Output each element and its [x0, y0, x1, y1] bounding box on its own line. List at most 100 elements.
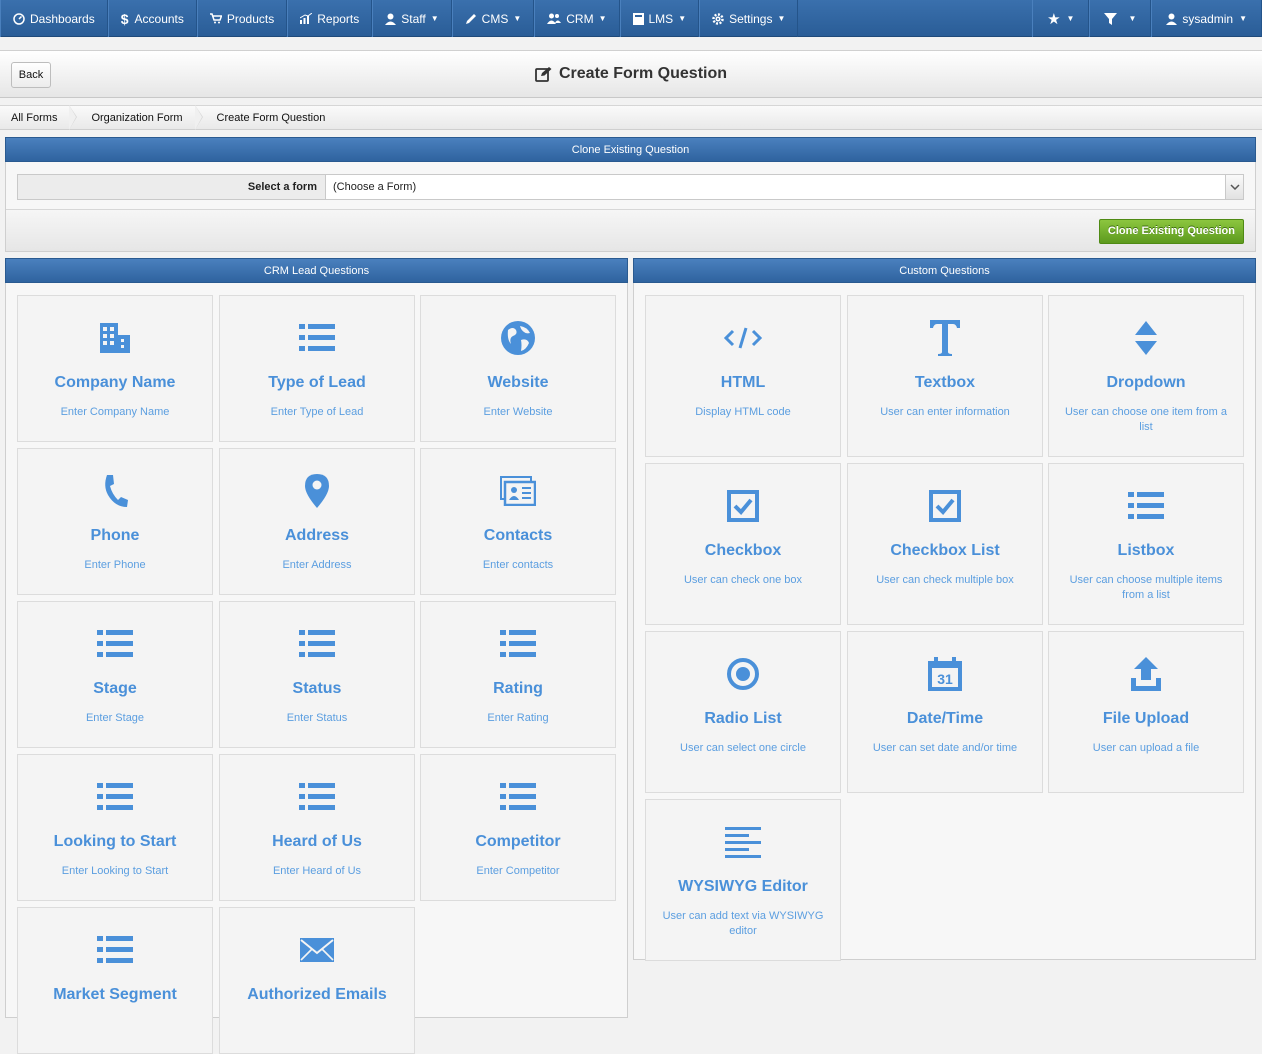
card-title: Date/Time	[906, 710, 984, 727]
card-title: Heard of Us	[272, 833, 362, 850]
question-card-company-name[interactable]: Company Name Enter Company Name	[17, 295, 213, 442]
question-card-address[interactable]: Address Enter Address	[219, 448, 415, 595]
clone-panel-heading: Clone Existing Question	[5, 137, 1256, 162]
checkbox-icon	[646, 487, 840, 525]
dashboard-icon	[13, 12, 25, 25]
question-card-checkbox[interactable]: Checkbox User can check one box	[645, 463, 841, 625]
nav-lms[interactable]: LMS ▼	[619, 0, 700, 37]
building-icon	[18, 319, 212, 357]
question-card-listbox[interactable]: Listbox User can choose multiple items fr…	[1048, 463, 1244, 625]
nav-label: LMS	[648, 11, 674, 26]
nav-accounts[interactable]: $ Accounts	[107, 0, 197, 37]
nav-label: Dashboards	[30, 11, 95, 26]
card-title: File Upload	[1102, 710, 1190, 727]
card-description: Enter Stage	[85, 712, 145, 724]
chevron-down-icon: ▼	[1066, 14, 1075, 23]
user-menu[interactable]: sysadmin ▼	[1151, 0, 1262, 37]
chevron-down-icon: ▼	[1128, 14, 1137, 23]
nav-products[interactable]: Products	[196, 0, 288, 37]
question-card-radio-list[interactable]: Radio List User can select one circle	[645, 631, 841, 793]
list-icon	[421, 778, 615, 816]
select-form-row: Select a form (Choose a Form)	[17, 174, 1244, 200]
card-description: Enter Looking to Start	[61, 865, 169, 877]
card-title: Checkbox List	[890, 542, 1000, 559]
card-description: Enter Address	[282, 559, 352, 571]
select-form-dropdown[interactable]: (Choose a Form)	[326, 175, 1243, 199]
nav-right: ★ ▼ ▼ sysadmin ▼	[1032, 0, 1262, 37]
breadcrumb-organization-form[interactable]: Organization Form	[69, 105, 203, 130]
card-title: Dropdown	[1106, 374, 1186, 391]
filter-menu[interactable]: ▼	[1089, 0, 1152, 37]
globe-icon	[421, 319, 615, 357]
chevron-down-icon: ▼	[777, 14, 786, 23]
breadcrumb-label: Organization Form	[91, 111, 183, 124]
nav-label: Accounts	[134, 11, 184, 26]
map-pin-icon	[220, 472, 414, 510]
card-description: User can select one circle	[680, 742, 806, 754]
question-card-textbox[interactable]: Textbox User can enter information	[847, 295, 1043, 457]
card-description: Enter Heard of Us	[272, 865, 362, 877]
nav-reports[interactable]: Reports	[287, 0, 373, 37]
clone-panel-footer: Clone Existing Question	[6, 209, 1255, 251]
question-card-type-of-lead[interactable]: Type of Lead Enter Type of Lead	[219, 295, 415, 442]
nav-label: Staff	[401, 11, 426, 26]
nav-cms[interactable]: CMS ▼	[451, 0, 535, 37]
breadcrumb-separator	[69, 105, 77, 130]
chart-icon	[300, 13, 313, 24]
card-title: Website	[487, 374, 549, 391]
question-card-contacts[interactable]: Contacts Enter contacts	[420, 448, 616, 595]
card-title: Stage	[93, 680, 137, 697]
user-icon	[1166, 13, 1178, 25]
card-title: HTML	[720, 374, 766, 391]
card-title: Address	[284, 527, 350, 544]
question-card-market-segment[interactable]: Market Segment	[17, 907, 213, 1054]
card-title: Market Segment	[53, 986, 177, 1003]
question-card-heard-of-us[interactable]: Heard of Us Enter Heard of Us	[219, 754, 415, 901]
chevron-down-icon: ▼	[598, 14, 607, 23]
question-card-date-time[interactable]: 31 Date/Time User can set date and/or time	[847, 631, 1043, 793]
envelope-icon	[220, 931, 414, 969]
users-icon	[547, 13, 562, 24]
favorites-menu[interactable]: ★ ▼	[1032, 0, 1090, 37]
question-card-competitor[interactable]: Competitor Enter Competitor	[420, 754, 616, 901]
breadcrumb-all-forms[interactable]: All Forms	[0, 105, 78, 130]
question-card-checkbox-list[interactable]: Checkbox List User can check multiple box	[847, 463, 1043, 625]
question-card-html[interactable]: HTML Display HTML code	[645, 295, 841, 457]
chevron-down-icon: ▼	[430, 14, 439, 23]
card-title: Radio List	[704, 710, 782, 727]
clone-existing-question-button[interactable]: Clone Existing Question	[1098, 219, 1244, 244]
question-card-stage[interactable]: Stage Enter Stage	[17, 601, 213, 748]
chevron-down-icon	[1225, 175, 1243, 199]
nav-dashboards[interactable]: Dashboards	[0, 0, 108, 37]
question-card-file-upload[interactable]: File Upload User can upload a file	[1048, 631, 1244, 793]
list-icon	[18, 625, 212, 663]
question-card-wysiwyg-editor[interactable]: WYSIWYG Editor User can add text via WYSI…	[645, 799, 841, 961]
question-card-authorized-emails[interactable]: Authorized Emails	[219, 907, 415, 1054]
nav-staff[interactable]: Staff ▼	[372, 0, 452, 37]
question-card-dropdown[interactable]: Dropdown User can choose one item from a …	[1048, 295, 1244, 457]
dollar-icon: $	[120, 10, 129, 27]
phone-icon	[18, 472, 212, 510]
card-title: Textbox	[914, 374, 976, 391]
card-title: Listbox	[1117, 542, 1175, 559]
card-description: Enter Competitor	[476, 865, 560, 877]
breadcrumb-separator	[194, 105, 202, 130]
question-card-phone[interactable]: Phone Enter Phone	[17, 448, 213, 595]
question-card-website[interactable]: Website Enter Website	[420, 295, 616, 442]
edit-icon	[535, 66, 552, 82]
page-title-text: Create Form Question	[558, 65, 728, 82]
nav-label: CMS	[481, 11, 509, 26]
code-icon	[646, 319, 840, 357]
card-description: User can add text via WYSIWYG editor	[662, 910, 824, 937]
card-description: User can enter information	[880, 406, 1010, 418]
question-card-looking-to-start[interactable]: Looking to Start Enter Looking to Start	[17, 754, 213, 901]
card-description: User can choose one item from a list	[1064, 406, 1228, 433]
nav-settings[interactable]: Settings ▼	[699, 0, 799, 37]
question-card-status[interactable]: Status Enter Status	[219, 601, 415, 748]
radio-icon	[646, 655, 840, 693]
title-bar: Back Create Form Question	[0, 50, 1262, 98]
nav-crm[interactable]: CRM ▼	[534, 0, 620, 37]
question-card-rating[interactable]: Rating Enter Rating	[420, 601, 616, 748]
page-title: Create Form Question	[0, 65, 1262, 83]
checkbox-icon	[848, 487, 1042, 525]
